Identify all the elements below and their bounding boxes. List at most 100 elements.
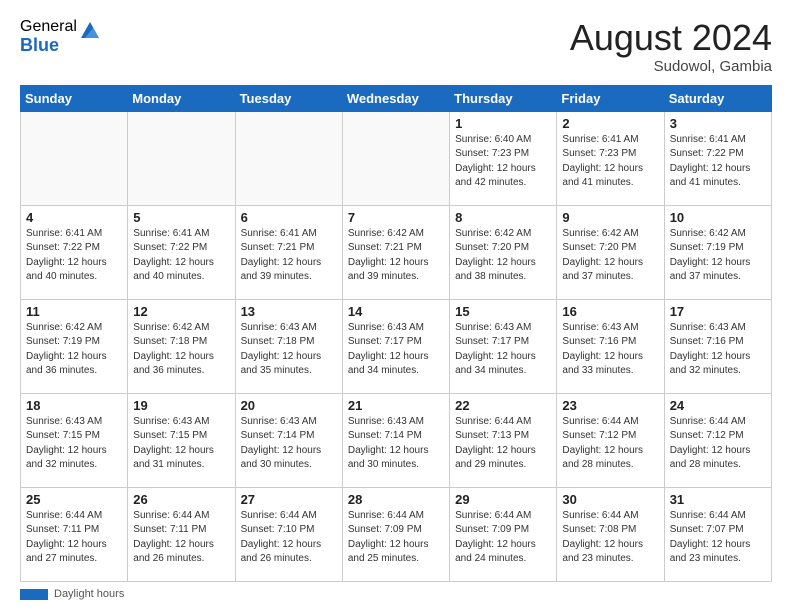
table-row: 31 Sunrise: 6:44 AM Sunset: 7:07 PM Dayli… xyxy=(664,487,771,581)
day-number: 22 xyxy=(455,398,551,413)
table-row: 23 Sunrise: 6:44 AM Sunset: 7:12 PM Dayli… xyxy=(557,393,664,487)
logo-general: General xyxy=(20,18,77,36)
day-number: 12 xyxy=(133,304,229,319)
day-info: Sunrise: 6:43 AM Sunset: 7:14 PM Dayligh… xyxy=(348,415,444,473)
day-info: Sunrise: 6:44 AM Sunset: 7:11 PM Dayligh… xyxy=(26,509,122,567)
table-row: 28 Sunrise: 6:44 AM Sunset: 7:09 PM Dayli… xyxy=(342,487,449,581)
table-row: 4Sunrise: 6:41 AM Sunset: 7:22 PM Daylig… xyxy=(21,205,128,299)
table-row: 14Sunrise: 6:43 AM Sunset: 7:17 PM Dayli… xyxy=(342,299,449,393)
day-info: Sunrise: 6:41 AM Sunset: 7:22 PM Dayligh… xyxy=(133,227,229,285)
day-number: 6 xyxy=(241,210,337,225)
day-info: Sunrise: 6:44 AM Sunset: 7:12 PM Dayligh… xyxy=(562,415,658,473)
day-info: Sunrise: 6:42 AM Sunset: 7:19 PM Dayligh… xyxy=(670,227,766,285)
day-info: Sunrise: 6:44 AM Sunset: 7:09 PM Dayligh… xyxy=(455,509,551,567)
table-row: 19 Sunrise: 6:43 AM Sunset: 7:15 PM Dayli… xyxy=(128,393,235,487)
table-row: 17 Sunrise: 6:43 AM Sunset: 7:16 PM Dayli… xyxy=(664,299,771,393)
table-row: 20 Sunrise: 6:43 AM Sunset: 7:14 PM Dayli… xyxy=(235,393,342,487)
table-row: 7 Sunrise: 6:42 AM Sunset: 7:21 PM Daylig… xyxy=(342,205,449,299)
calendar: SundayMondayTuesdayWednesdayThursdayFrid… xyxy=(20,85,772,582)
day-number: 26 xyxy=(133,492,229,507)
footer: Daylight hours xyxy=(20,588,772,600)
day-number: 16 xyxy=(562,304,658,319)
day-number: 23 xyxy=(562,398,658,413)
table-row: 30 Sunrise: 6:44 AM Sunset: 7:08 PM Dayli… xyxy=(557,487,664,581)
calendar-day-header: Tuesday xyxy=(235,85,342,111)
table-row xyxy=(342,111,449,205)
day-number: 15 xyxy=(455,304,551,319)
day-number: 25 xyxy=(26,492,122,507)
day-info: Sunrise: 6:40 AM Sunset: 7:23 PM Dayligh… xyxy=(455,133,551,191)
day-info: Sunrise: 6:41 AM Sunset: 7:22 PM Dayligh… xyxy=(26,227,122,285)
day-number: 18 xyxy=(26,398,122,413)
day-info: Sunrise: 6:43 AM Sunset: 7:17 PM Dayligh… xyxy=(455,321,551,379)
table-row: 25 Sunrise: 6:44 AM Sunset: 7:11 PM Dayli… xyxy=(21,487,128,581)
logo-icon xyxy=(79,20,101,42)
table-row xyxy=(128,111,235,205)
day-number: 27 xyxy=(241,492,337,507)
day-info: Sunrise: 6:44 AM Sunset: 7:09 PM Dayligh… xyxy=(348,509,444,567)
day-number: 30 xyxy=(562,492,658,507)
day-number: 11 xyxy=(26,304,122,319)
table-row: 2 Sunrise: 6:41 AM Sunset: 7:23 PM Daylig… xyxy=(557,111,664,205)
table-row: 26 Sunrise: 6:44 AM Sunset: 7:11 PM Dayli… xyxy=(128,487,235,581)
table-row: 3Sunrise: 6:41 AM Sunset: 7:22 PM Daylig… xyxy=(664,111,771,205)
table-row: 16 Sunrise: 6:43 AM Sunset: 7:16 PM Dayli… xyxy=(557,299,664,393)
table-row: 24 Sunrise: 6:44 AM Sunset: 7:12 PM Dayli… xyxy=(664,393,771,487)
footer-label: Daylight hours xyxy=(54,588,124,600)
day-info: Sunrise: 6:43 AM Sunset: 7:14 PM Dayligh… xyxy=(241,415,337,473)
calendar-week-row: 18 Sunrise: 6:43 AM Sunset: 7:15 PM Dayli… xyxy=(21,393,772,487)
header: General Blue August 2024 Sudowol, Gambia xyxy=(20,18,772,75)
day-info: Sunrise: 6:41 AM Sunset: 7:23 PM Dayligh… xyxy=(562,133,658,191)
calendar-day-header: Wednesday xyxy=(342,85,449,111)
day-number: 2 xyxy=(562,116,658,131)
calendar-day-header: Monday xyxy=(128,85,235,111)
day-number: 10 xyxy=(670,210,766,225)
day-info: Sunrise: 6:43 AM Sunset: 7:16 PM Dayligh… xyxy=(670,321,766,379)
day-info: Sunrise: 6:44 AM Sunset: 7:10 PM Dayligh… xyxy=(241,509,337,567)
table-row: 5 Sunrise: 6:41 AM Sunset: 7:22 PM Daylig… xyxy=(128,205,235,299)
day-info: Sunrise: 6:42 AM Sunset: 7:18 PM Dayligh… xyxy=(133,321,229,379)
day-number: 19 xyxy=(133,398,229,413)
day-info: Sunrise: 6:43 AM Sunset: 7:15 PM Dayligh… xyxy=(133,415,229,473)
day-number: 5 xyxy=(133,210,229,225)
table-row: 1 Sunrise: 6:40 AM Sunset: 7:23 PM Daylig… xyxy=(450,111,557,205)
day-number: 24 xyxy=(670,398,766,413)
table-row: 8Sunrise: 6:42 AM Sunset: 7:20 PM Daylig… xyxy=(450,205,557,299)
calendar-week-row: 25 Sunrise: 6:44 AM Sunset: 7:11 PM Dayli… xyxy=(21,487,772,581)
day-number: 17 xyxy=(670,304,766,319)
day-number: 28 xyxy=(348,492,444,507)
page: General Blue August 2024 Sudowol, Gambia… xyxy=(0,0,792,612)
table-row: 10 Sunrise: 6:42 AM Sunset: 7:19 PM Dayli… xyxy=(664,205,771,299)
table-row: 21 Sunrise: 6:43 AM Sunset: 7:14 PM Dayli… xyxy=(342,393,449,487)
day-info: Sunrise: 6:44 AM Sunset: 7:12 PM Dayligh… xyxy=(670,415,766,473)
calendar-day-header: Saturday xyxy=(664,85,771,111)
logo-blue: Blue xyxy=(20,36,77,56)
day-number: 1 xyxy=(455,116,551,131)
table-row xyxy=(21,111,128,205)
table-row: 6 Sunrise: 6:41 AM Sunset: 7:21 PM Daylig… xyxy=(235,205,342,299)
day-info: Sunrise: 6:42 AM Sunset: 7:21 PM Dayligh… xyxy=(348,227,444,285)
table-row: 29Sunrise: 6:44 AM Sunset: 7:09 PM Dayli… xyxy=(450,487,557,581)
calendar-day-header: Thursday xyxy=(450,85,557,111)
day-number: 7 xyxy=(348,210,444,225)
table-row: 12 Sunrise: 6:42 AM Sunset: 7:18 PM Dayli… xyxy=(128,299,235,393)
day-info: Sunrise: 6:43 AM Sunset: 7:16 PM Dayligh… xyxy=(562,321,658,379)
day-info: Sunrise: 6:44 AM Sunset: 7:07 PM Dayligh… xyxy=(670,509,766,567)
day-info: Sunrise: 6:42 AM Sunset: 7:19 PM Dayligh… xyxy=(26,321,122,379)
day-number: 14 xyxy=(348,304,444,319)
day-info: Sunrise: 6:43 AM Sunset: 7:15 PM Dayligh… xyxy=(26,415,122,473)
day-number: 3 xyxy=(670,116,766,131)
calendar-week-row: 1 Sunrise: 6:40 AM Sunset: 7:23 PM Daylig… xyxy=(21,111,772,205)
day-info: Sunrise: 6:41 AM Sunset: 7:21 PM Dayligh… xyxy=(241,227,337,285)
day-info: Sunrise: 6:44 AM Sunset: 7:11 PM Dayligh… xyxy=(133,509,229,567)
table-row: 11 Sunrise: 6:42 AM Sunset: 7:19 PM Dayli… xyxy=(21,299,128,393)
calendar-day-header: Sunday xyxy=(21,85,128,111)
day-info: Sunrise: 6:44 AM Sunset: 7:08 PM Dayligh… xyxy=(562,509,658,567)
day-number: 9 xyxy=(562,210,658,225)
day-number: 20 xyxy=(241,398,337,413)
logo: General Blue xyxy=(20,18,101,55)
logo-text: General Blue xyxy=(20,18,77,55)
day-number: 21 xyxy=(348,398,444,413)
day-number: 31 xyxy=(670,492,766,507)
day-info: Sunrise: 6:43 AM Sunset: 7:18 PM Dayligh… xyxy=(241,321,337,379)
